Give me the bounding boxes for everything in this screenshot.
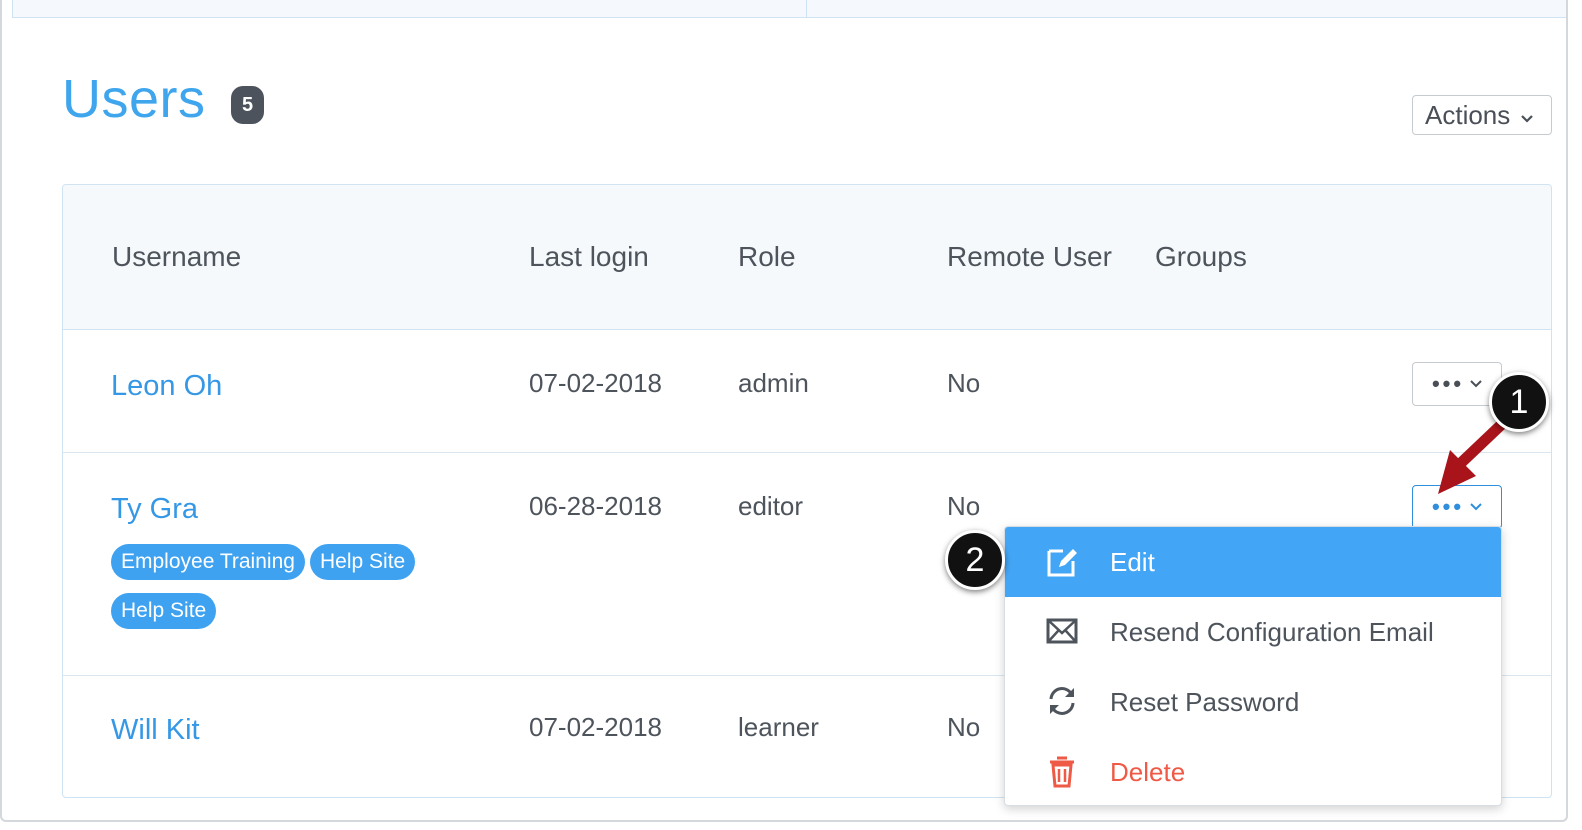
group-chip[interactable]: Help Site: [310, 544, 416, 580]
column-header-last-login: Last login: [529, 241, 649, 272]
menu-item-resend-config-email[interactable]: Resend Configuration Email: [1005, 597, 1501, 667]
chevron-down-icon: [1470, 503, 1482, 511]
group-chip[interactable]: Employee Training: [111, 544, 305, 580]
last-login: 07-02-2018: [529, 712, 662, 742]
tab-divider: [806, 0, 807, 18]
column-header-role: Role: [738, 241, 796, 272]
actions-dropdown-button[interactable]: Actions: [1412, 95, 1552, 135]
remote-user: No: [947, 368, 981, 398]
last-login: 06-28-2018: [529, 491, 662, 521]
menu-item-edit[interactable]: Edit: [1005, 527, 1501, 597]
page-title: Users: [62, 69, 206, 129]
refresh-icon: [1045, 683, 1079, 719]
username-link[interactable]: Leon Oh: [111, 370, 222, 403]
column-header-groups: Groups: [1155, 241, 1247, 272]
chevron-down-icon: [1520, 100, 1534, 131]
menu-item-label: Edit: [1110, 546, 1155, 577]
remote-user: No: [947, 491, 981, 521]
menu-item-label: Reset Password: [1110, 686, 1300, 717]
actions-label: Actions: [1425, 99, 1511, 130]
column-header-username: Username: [112, 241, 242, 272]
more-icon: •••: [1431, 494, 1465, 519]
envelope-icon: [1045, 613, 1079, 649]
more-icon: •••: [1431, 371, 1465, 396]
role: admin: [738, 368, 809, 398]
group-chip[interactable]: Help Site: [111, 593, 217, 629]
menu-item-label: Delete: [1110, 756, 1186, 787]
table-header: Username Last login Role Remote User Gro…: [63, 185, 1551, 330]
last-login: 07-02-2018: [529, 368, 662, 398]
user-count-badge: 5: [231, 86, 264, 124]
top-tab-strip: [12, 0, 1566, 18]
callout-badge-2: 2: [945, 530, 1005, 590]
row-actions-menu: Edit Resend Configuration Email Reset Pa…: [1004, 526, 1502, 806]
role: learner: [738, 712, 819, 742]
role: editor: [738, 491, 804, 521]
chevron-down-icon: [1470, 380, 1482, 388]
menu-item-reset-password[interactable]: Reset Password: [1005, 667, 1501, 737]
row-actions-button[interactable]: •••: [1412, 485, 1502, 529]
edit-icon: [1045, 543, 1079, 579]
column-header-remote-user: Remote User: [947, 241, 1112, 272]
username-link[interactable]: Ty Gra: [111, 493, 198, 526]
app-frame: Users 5 Actions Username Last login Role…: [0, 0, 1568, 822]
remote-user: No: [947, 712, 981, 742]
trash-icon: [1045, 753, 1079, 789]
menu-item-delete[interactable]: Delete: [1005, 737, 1501, 805]
username-link[interactable]: Will Kit: [111, 714, 200, 747]
table-row: Leon Oh 07-02-2018 admin No •••: [63, 330, 1551, 453]
callout-badge-1: 1: [1489, 372, 1549, 432]
menu-item-label: Resend Configuration Email: [1110, 616, 1434, 647]
